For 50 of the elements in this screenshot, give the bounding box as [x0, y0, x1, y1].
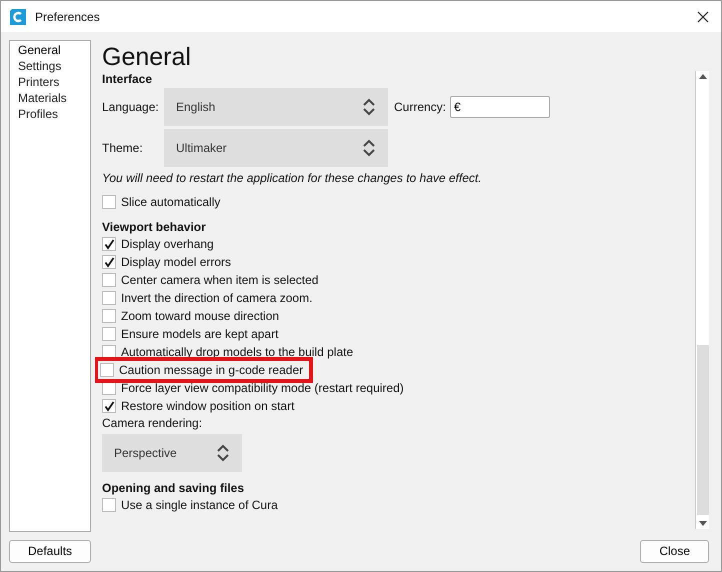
up-down-chevron-icon: [362, 138, 376, 158]
checkbox[interactable]: [100, 363, 114, 377]
checkbox[interactable]: [102, 291, 116, 305]
input-field[interactable]: €: [450, 96, 550, 118]
section-heading: Opening and saving files: [102, 480, 246, 496]
checkbox-label: Slice automatically: [121, 195, 220, 209]
checkbox[interactable]: [102, 255, 116, 269]
checkbox-label: Caution message in g-code reader: [119, 363, 304, 377]
checkbox-label: Use a single instance of Cura: [121, 498, 278, 512]
restart-note: You will need to restart the application for these changes to have effect.: [102, 170, 483, 187]
scroll-up-icon[interactable]: [698, 74, 706, 79]
sidebar-item[interactable]: Materials: [10, 90, 90, 106]
checkbox-label: Center camera when item is selected: [121, 273, 318, 287]
field-label: Camera rendering:: [102, 415, 204, 432]
sidebar-item[interactable]: Profiles: [10, 106, 90, 122]
close-button[interactable]: Close: [640, 540, 709, 562]
checkbox-label: Restore window position on start: [121, 399, 294, 413]
field-label: Currency:: [394, 100, 446, 114]
checkbox[interactable]: [102, 498, 116, 512]
checkbox-label: Automatically drop models to the build plate: [121, 345, 354, 359]
scroll-down-icon[interactable]: [698, 521, 706, 526]
scrollbar[interactable]: [695, 71, 709, 529]
page-title: General: [101, 43, 192, 71]
window-title: Preferences: [35, 10, 101, 24]
dropdown[interactable]: Perspective: [102, 434, 242, 472]
dropdown[interactable]: Ultimaker: [164, 129, 388, 167]
app-logo-icon: [9, 8, 27, 26]
checkbox[interactable]: [102, 399, 116, 413]
checkbox[interactable]: [102, 327, 116, 341]
checkbox-label: Force layer view compatibility mode (restart required): [121, 381, 404, 395]
checkbox-label: Display overhang: [121, 237, 214, 251]
sidebar-item[interactable]: Printers: [10, 74, 90, 90]
up-down-chevron-icon: [362, 97, 376, 117]
checkbox-label: Zoom toward mouse direction: [121, 309, 280, 323]
section-heading: Interface: [102, 71, 154, 87]
defaults-button[interactable]: Defaults: [9, 540, 92, 562]
dropdown[interactable]: English: [164, 88, 388, 126]
close-icon[interactable]: [697, 10, 709, 22]
checkbox-label: Invert the direction of camera zoom.: [121, 291, 312, 305]
checkbox[interactable]: [102, 237, 116, 251]
up-down-chevron-icon: [216, 443, 230, 463]
field-label: Language:: [102, 100, 160, 114]
sidebar-item[interactable]: Settings: [10, 58, 90, 74]
checkbox-label: Ensure models are kept apart: [121, 327, 278, 341]
field-label: Theme:: [102, 141, 144, 155]
section-heading: Viewport behavior: [102, 219, 207, 235]
checkbox[interactable]: [102, 273, 116, 287]
checkbox[interactable]: [102, 309, 116, 323]
checkbox[interactable]: [102, 195, 116, 209]
checkbox-label: Display model errors: [121, 255, 232, 269]
